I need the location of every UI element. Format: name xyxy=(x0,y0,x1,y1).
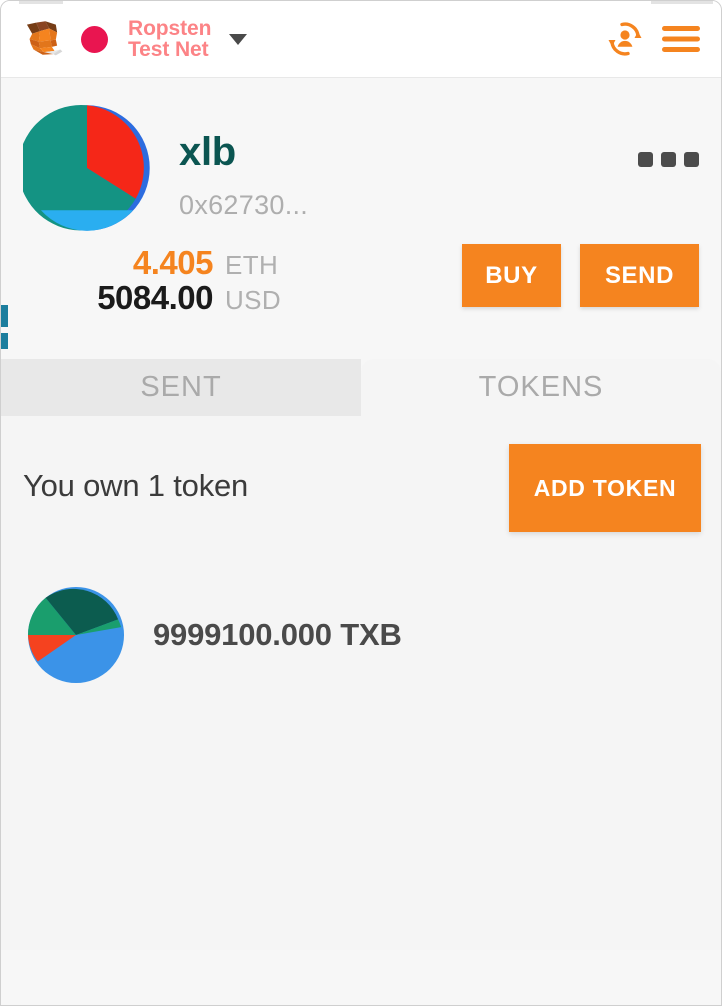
account-switch-icon[interactable] xyxy=(604,18,646,60)
edge-artifact-sliver xyxy=(1,333,8,349)
network-name: Ropsten Test Net xyxy=(128,16,212,61)
hamburger-menu-icon[interactable] xyxy=(659,22,703,56)
app-header: Ropsten Test Net xyxy=(1,1,721,78)
tab-sent[interactable]: SENT xyxy=(1,359,361,416)
token-list: 9999100.000 TXB xyxy=(23,580,701,690)
network-selector[interactable]: Ropsten Test Net xyxy=(81,16,248,61)
kebab-dot xyxy=(638,152,653,167)
network-status-dot xyxy=(81,25,108,53)
tokens-pane: You own 1 token ADD TOKEN 9999100.000 TX… xyxy=(1,416,721,950)
account-address[interactable]: 0x62730... xyxy=(179,190,308,221)
buy-button[interactable]: BUY xyxy=(462,244,561,307)
tokens-header: You own 1 token ADD TOKEN xyxy=(23,444,701,532)
balance-usd-amount: 5084.00 xyxy=(97,279,213,317)
token-balance: 9999100.000 TXB xyxy=(153,617,402,652)
balance-eth-amount: 4.405 xyxy=(132,243,214,281)
token-list-item[interactable]: 9999100.000 TXB xyxy=(23,580,701,690)
account-panel: xlb 0x62730... 4.405 ETH 5084.00 USD BUY… xyxy=(1,78,721,359)
balance-and-actions: 4.405 ETH 5084.00 USD BUY SEND xyxy=(23,244,699,316)
account-identicon xyxy=(23,105,150,231)
kebab-menu-icon[interactable] xyxy=(638,152,699,167)
network-name-line2: Test Net xyxy=(128,38,209,61)
balance-usd-line: 5084.00 USD xyxy=(41,280,281,316)
metamask-fox-logo xyxy=(26,21,63,56)
balance-usd-unit: USD xyxy=(225,285,282,316)
account-identity: xlb 0x62730... xyxy=(179,104,308,221)
balance-block: 4.405 ETH 5084.00 USD xyxy=(23,245,281,316)
metamask-extension-window: Ropsten Test Net xlb 0x62730... 4.405 ET… xyxy=(0,0,722,1006)
header-actions xyxy=(604,18,703,60)
window-chrome-seam-right xyxy=(651,1,713,4)
balance-eth-unit: ETH xyxy=(225,249,279,280)
edge-artifact-sliver xyxy=(1,305,8,327)
account-name: xlb xyxy=(179,130,236,174)
send-button[interactable]: SEND xyxy=(580,244,699,307)
token-count-summary: You own 1 token xyxy=(23,468,249,503)
network-name-line1: Ropsten xyxy=(128,16,212,40)
token-identicon xyxy=(27,586,125,684)
kebab-dot xyxy=(684,152,699,167)
add-token-button[interactable]: ADD TOKEN xyxy=(509,444,701,532)
account-action-buttons: BUY SEND xyxy=(462,244,699,316)
account-summary: xlb 0x62730... xyxy=(23,104,699,232)
window-chrome-seam-left xyxy=(19,1,63,4)
balance-eth-line: 4.405 ETH xyxy=(41,245,281,281)
tab-bar: SENT TOKENS xyxy=(1,359,721,416)
kebab-dot xyxy=(661,152,676,167)
chevron-down-icon[interactable] xyxy=(229,33,248,45)
tab-tokens[interactable]: TOKENS xyxy=(361,359,721,416)
